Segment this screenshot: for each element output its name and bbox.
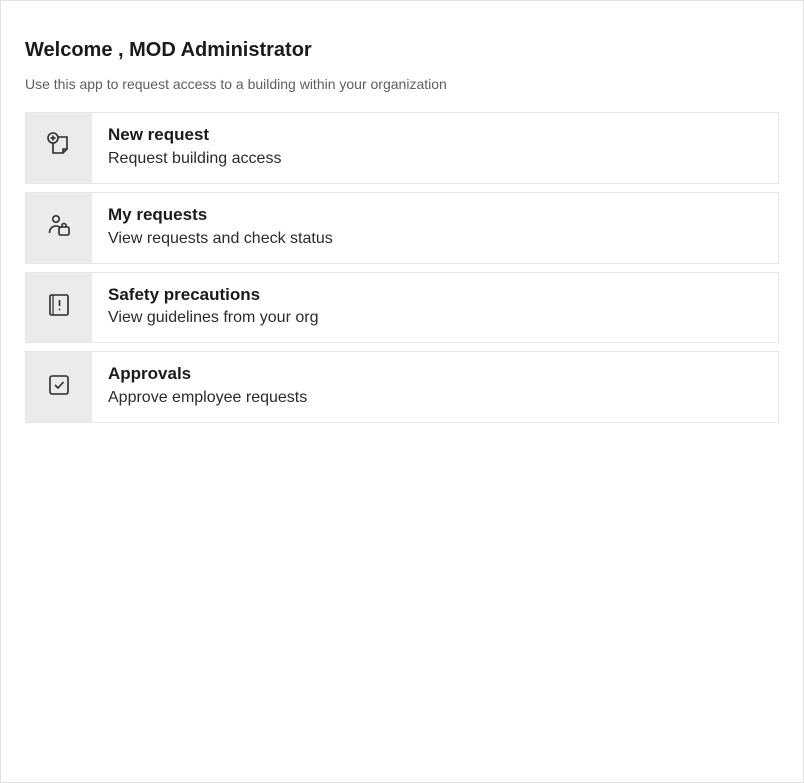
card-desc: Request building access: [108, 147, 281, 171]
plus-note-icon: [45, 131, 73, 164]
welcome-title: Welcome , MOD Administrator: [25, 39, 779, 62]
card-desc: Approve employee requests: [108, 386, 307, 410]
card-icon-box: [26, 193, 92, 263]
safety-precautions-card[interactable]: Safety precautions View guidelines from …: [25, 272, 779, 344]
card-body: New request Request building access: [92, 113, 297, 183]
person-bag-icon: [45, 211, 73, 244]
card-body: Safety precautions View guidelines from …: [92, 273, 334, 343]
my-requests-card[interactable]: My requests View requests and check stat…: [25, 192, 779, 264]
card-icon-box: [26, 352, 92, 422]
card-title: Safety precautions: [108, 283, 318, 307]
card-desc: View requests and check status: [108, 227, 333, 251]
card-title: Approvals: [108, 362, 307, 386]
approvals-card[interactable]: Approvals Approve employee requests: [25, 351, 779, 423]
alert-page-icon: [45, 291, 73, 324]
card-icon-box: [26, 273, 92, 343]
card-desc: View guidelines from your org: [108, 306, 318, 330]
card-list: New request Request building access My r…: [25, 112, 779, 423]
card-icon-box: [26, 113, 92, 183]
card-body: Approvals Approve employee requests: [92, 352, 323, 422]
card-title: My requests: [108, 203, 333, 227]
new-request-card[interactable]: New request Request building access: [25, 112, 779, 184]
app-container: Welcome , MOD Administrator Use this app…: [0, 0, 804, 783]
card-title: New request: [108, 123, 281, 147]
card-body: My requests View requests and check stat…: [92, 193, 349, 263]
welcome-subtitle: Use this app to request access to a buil…: [25, 76, 779, 92]
check-box-icon: [45, 371, 73, 404]
